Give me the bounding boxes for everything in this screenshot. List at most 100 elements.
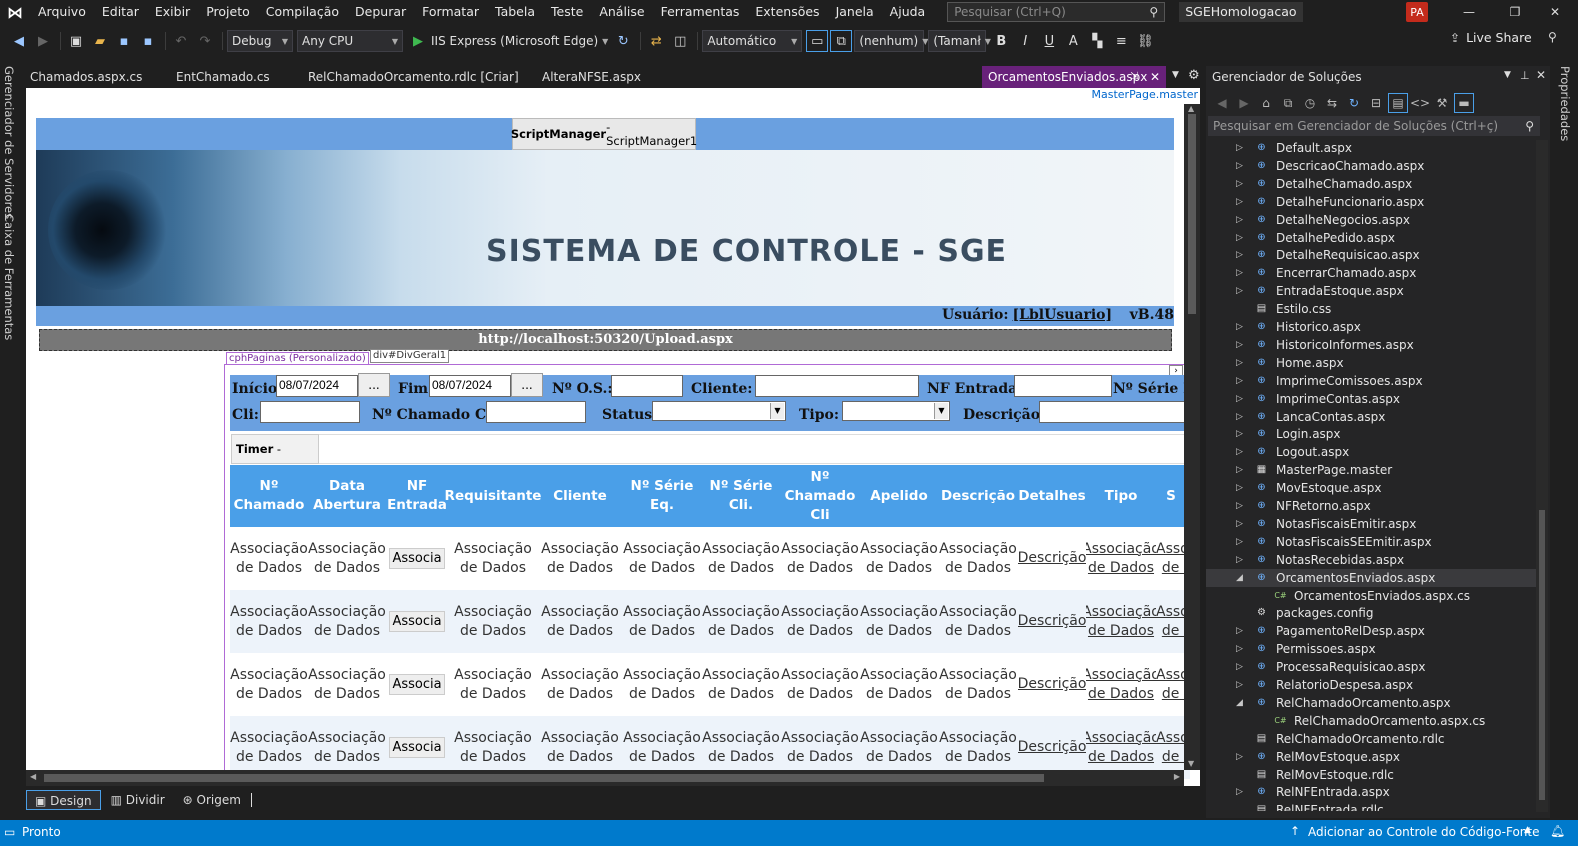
add-to-source-control-button[interactable]: Adicionar ao Controle do Código-Fonte (1308, 825, 1539, 839)
tab-alteranfse[interactable]: AlteraNFSE.aspx (536, 66, 647, 88)
expand-arrow-icon[interactable]: ▷ (1236, 193, 1243, 211)
details-link[interactable]: Descrição (1018, 549, 1086, 568)
tree-item[interactable]: ▷ ⊕ NFRetorno.aspx (1206, 497, 1540, 515)
run-icon[interactable]: ▶ (407, 30, 429, 52)
details-link[interactable]: Descrição (1018, 738, 1086, 757)
status-link[interactable]: Associação de Dados (1156, 666, 1186, 704)
settings-gear-icon[interactable]: ⚙ (1188, 68, 1200, 83)
inicio-picker-button[interactable]: ... (358, 373, 390, 397)
tree-item[interactable]: ◢ ⊕ RelChamadoOrcamento.aspx (1206, 694, 1540, 712)
notifications-icon[interactable]: 🔔︎ (1550, 824, 1565, 838)
table-row[interactable]: Associação de Dados Associação de Dados As… (230, 527, 1190, 590)
platform-select[interactable]: Any CPU ▼ (297, 30, 403, 52)
tab-list-dropdown-icon[interactable]: ▼ (1172, 70, 1179, 80)
menu-item-formatar[interactable]: Formatar (414, 0, 487, 24)
expand-arrow-icon[interactable]: ▷ (1236, 282, 1243, 300)
solution-search-input[interactable]: Pesquisar em Gerenciador de Soluções (Ct… (1208, 116, 1540, 136)
font-size-select[interactable]: (Tamanł ▼ (928, 30, 991, 52)
feedback-icon[interactable]: ⚲ (1548, 30, 1557, 44)
tree-item[interactable]: C# OrcamentosEnviados.aspx.cs (1206, 587, 1540, 605)
tree-item[interactable]: ▷ ⊕ RelatorioDespesa.aspx (1206, 676, 1540, 694)
expanded-arrow-icon[interactable]: ◢ (1236, 569, 1243, 587)
expand-arrow-icon[interactable]: ▷ (1236, 390, 1243, 408)
nf-entrada-button[interactable]: Associa (389, 737, 445, 758)
back-icon[interactable]: ◀ (8, 30, 30, 52)
expand-arrow-icon[interactable]: ▷ (1236, 354, 1243, 372)
tree-item[interactable]: ◢ ⊕ OrcamentosEnviados.aspx (1206, 568, 1540, 587)
tab-chamados-cs[interactable]: Chamados.aspx.cs (24, 66, 148, 88)
scroll-thumb[interactable] (1539, 510, 1545, 800)
menu-item-depurar[interactable]: Depurar (347, 0, 414, 24)
expand-arrow-icon[interactable]: ▷ (1236, 175, 1243, 193)
tree-item[interactable]: ▷ ⊕ NotasRecebidas.aspx (1206, 551, 1540, 569)
div-geral-label[interactable]: div#DivGeral1 (370, 349, 450, 363)
chevron-down-icon[interactable]: ▼ (602, 37, 608, 46)
close-window-icon[interactable]: ✕ (1532, 0, 1578, 24)
new-item-icon[interactable]: ▣ (65, 30, 87, 52)
expand-arrow-icon[interactable]: ▷ (1236, 229, 1243, 247)
tree-item[interactable]: ▷ ⊕ HistoricoInformes.aspx (1206, 336, 1540, 354)
chevron-up-icon[interactable]: ▲ (1524, 825, 1531, 835)
minimize-icon[interactable]: — (1446, 0, 1492, 24)
screenshot-icon[interactable]: ◫ (669, 30, 691, 52)
table-row[interactable]: Associação de Dados Associação de Dados As… (230, 590, 1190, 653)
tab-design[interactable]: ▣ Design (26, 790, 101, 810)
expand-arrow-icon[interactable]: ▷ (1236, 425, 1243, 443)
expand-arrow-icon[interactable]: ▷ (1236, 408, 1243, 426)
server-explorer-tab[interactable]: Gerenciador de Servidores (2, 66, 16, 219)
nf-entrada-button[interactable]: Associa (389, 674, 445, 695)
tree-item[interactable]: ▷ ⊕ Permissoes.aspx (1206, 640, 1540, 658)
solution-explorer-scrollbar[interactable] (1536, 140, 1548, 812)
expand-arrow-icon[interactable]: ▷ (1236, 533, 1243, 551)
forward-icon[interactable]: ▶ (1234, 93, 1254, 113)
menu-item-analise[interactable]: Análise (591, 0, 652, 24)
expand-arrow-icon[interactable]: ▷ (1236, 461, 1243, 479)
expand-arrow-icon[interactable]: ▷ (1236, 783, 1243, 801)
font-color-icon[interactable]: A (1062, 30, 1084, 52)
web-form-designer[interactable]: MasterPage.master ScriptManager - Script… (26, 88, 1200, 786)
expand-arrow-icon[interactable]: ▷ (1236, 318, 1243, 336)
nf-entrada-input[interactable] (1014, 375, 1112, 397)
properties-wrench-icon[interactable]: ⚒ (1432, 93, 1452, 113)
expand-arrow-icon[interactable]: ▷ (1236, 497, 1243, 515)
pin-icon[interactable]: ⇲ (1130, 66, 1138, 88)
menu-item-teste[interactable]: Teste (543, 0, 591, 24)
pin-icon[interactable]: ⊥ (1520, 69, 1530, 82)
visible-borders-icon[interactable]: ⧉ (830, 30, 853, 52)
inicio-date-input[interactable]: 08/07/2024 (276, 375, 358, 397)
tree-item[interactable]: ▷ ⊕ Default.aspx (1206, 139, 1540, 157)
nf-entrada-button[interactable]: Associa (389, 611, 445, 632)
position-mode-select[interactable]: Automático ▼ (702, 30, 803, 52)
cliente-input[interactable] (755, 375, 919, 397)
tree-item[interactable]: ▷ ⊕ MovEstoque.aspx (1206, 479, 1540, 497)
bold-icon[interactable]: B (990, 30, 1012, 52)
menu-item-projeto[interactable]: Projeto (198, 0, 258, 24)
toolbox-tab[interactable]: Caixa de Ferramentas (2, 214, 16, 340)
tree-item[interactable]: ⚙ packages.config (1206, 604, 1540, 622)
search-box[interactable]: Pesquisar (Ctrl+Q) ⚲ (947, 2, 1166, 22)
tree-item[interactable]: ▷ ⊕ EntradaEstoque.aspx (1206, 282, 1540, 300)
absolute-position-icon[interactable]: ▭ (806, 30, 829, 52)
expand-arrow-icon[interactable]: ▷ (1236, 515, 1243, 533)
close-panel-icon[interactable]: ✕ (1536, 68, 1546, 82)
tree-item[interactable]: ▷ ⊕ Logout.aspx (1206, 443, 1540, 461)
expand-arrow-icon[interactable]: ▷ (1236, 622, 1243, 640)
nf-entrada-button[interactable]: Associa (389, 548, 445, 569)
expand-arrow-icon[interactable]: ▷ (1236, 640, 1243, 658)
save-all-icon[interactable]: ▪ (137, 30, 159, 52)
menu-item-arquivo[interactable]: Arquivo (30, 0, 94, 24)
expand-arrow-icon[interactable]: ▷ (1236, 157, 1243, 175)
fim-date-input[interactable]: 08/07/2024 (429, 375, 511, 397)
tree-item[interactable]: ▷ ⊕ DetalheChamado.aspx (1206, 175, 1540, 193)
home-icon[interactable]: ⌂ (1256, 93, 1276, 113)
align-icon[interactable]: ≡ (1110, 30, 1132, 52)
tree-item[interactable]: ▤ RelNFEntrada.rdlc (1206, 801, 1540, 811)
tree-item[interactable]: ▷ ⊕ PagamentoRelDesp.aspx (1206, 622, 1540, 640)
tree-item[interactable]: ▷ ⊕ NotasFiscaisSEEmitir.aspx (1206, 533, 1540, 551)
sync-icon[interactable]: ⇆ (1322, 93, 1342, 113)
designer-vertical-scrollbar[interactable]: ▲ ▼ (1184, 104, 1200, 770)
master-page-link[interactable]: MasterPage.master (1092, 88, 1198, 101)
open-folder-icon[interactable]: ▰ (89, 30, 111, 52)
underline-icon[interactable]: U (1038, 30, 1060, 52)
expand-arrow-icon[interactable]: ▷ (1236, 443, 1243, 461)
